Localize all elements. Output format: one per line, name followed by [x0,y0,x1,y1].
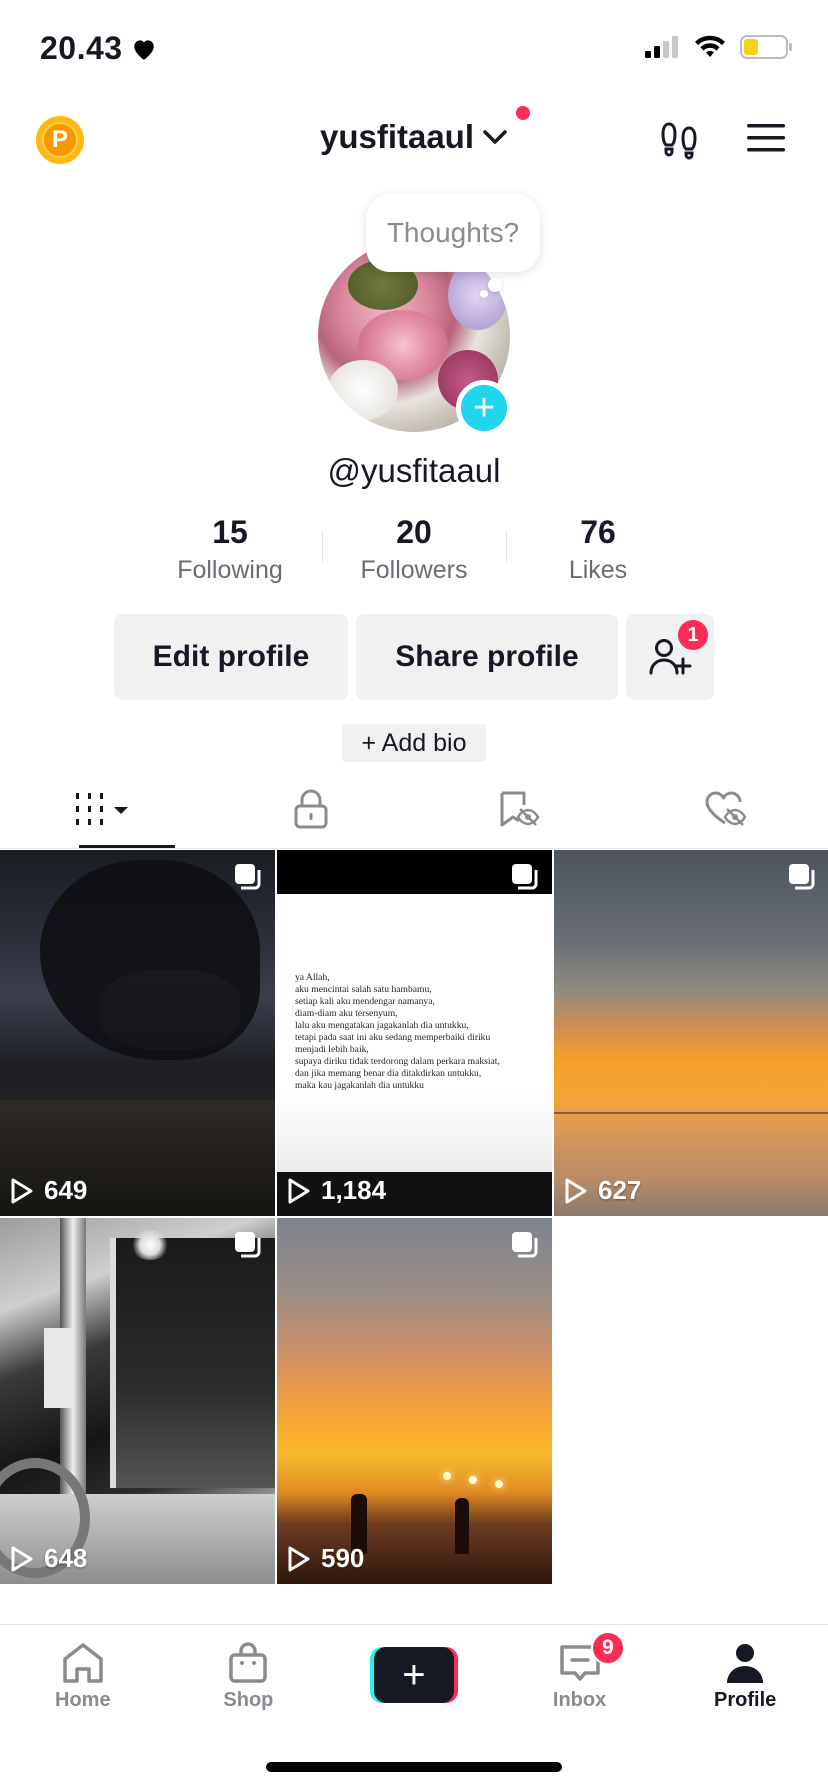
video-thumbnail[interactable]: 649 [0,850,275,1216]
play-icon [11,1546,33,1571]
video-thumbnail[interactable]: 590 [277,1218,552,1584]
view-count: 1,184 [287,1175,386,1206]
videos-grid-icon [75,793,128,825]
plus-icon: + [373,1647,454,1703]
stat-value: 20 [396,514,432,550]
nav-label: Shop [223,1689,274,1711]
video-thumbnail[interactable]: 648 [0,1218,275,1584]
nav-label: Profile [714,1689,777,1711]
account-switcher[interactable]: yusfitaaul [0,106,828,156]
view-count: 590 [287,1543,364,1574]
view-count-text: 649 [44,1175,88,1205]
edit-profile-button[interactable]: Edit profile [114,614,348,700]
view-count: 649 [10,1175,87,1206]
tab-saved[interactable] [414,770,621,848]
stat-value: 76 [580,514,616,550]
lock-icon [294,789,327,829]
stat-following[interactable]: 15 Following [138,514,322,584]
notification-badge: 1 [678,620,708,650]
play-icon [11,1178,33,1203]
bottom-nav: Home Shop + Inbox 9 Profile [0,1624,828,1734]
view-count-text: 648 [44,1543,88,1573]
profile-tabs [0,770,828,848]
notification-dot [516,106,531,120]
view-count: 627 [564,1175,641,1206]
signal-icon [645,36,678,58]
multi-photo-icon [512,864,538,890]
chevron-down-icon [483,130,507,144]
saved-hidden-icon [500,791,539,827]
stat-value: 15 [212,514,248,550]
plus-icon: + [472,387,496,429]
profile-icon [727,1644,764,1683]
status-time: 20.43 [40,30,157,67]
tabs-divider [0,848,828,849]
nav-label: Home [55,1689,111,1711]
video-thumbnail[interactable]: ya Allah, aku mencintai salah satu hamba… [277,850,552,1216]
nav-shop[interactable]: Shop [166,1625,332,1734]
stat-label: Likes [568,556,628,584]
shopping-bag-icon [229,1642,268,1683]
nav-create[interactable]: + [331,1625,497,1734]
multi-photo-icon [235,864,261,890]
heart-icon [133,39,154,60]
multi-photo-icon [789,864,815,890]
thoughts-bubble[interactable]: Thoughts? [366,194,540,272]
thought-bubble-dot [488,278,502,292]
status-time-text: 20.43 [40,30,123,66]
view-count: 648 [10,1543,87,1574]
tab-videos[interactable] [0,770,207,848]
nav-inbox[interactable]: Inbox 9 [497,1625,663,1734]
thoughts-placeholder: Thoughts? [386,217,520,248]
play-icon [288,1178,310,1203]
multi-photo-icon [235,1232,261,1258]
view-count-text: 590 [321,1543,365,1573]
add-story-button[interactable]: + [456,380,512,436]
nav-label: Inbox [552,1689,607,1711]
profile-stats: 15 Following 20 Followers 76 Likes [138,514,690,584]
wifi-icon [695,35,725,57]
play-icon [288,1546,310,1571]
liked-hidden-icon [705,791,746,826]
home-indicator [266,1762,562,1772]
stat-label: Followers [360,556,468,584]
footprints-icon [661,122,697,160]
status-indicators [644,34,794,60]
stat-label: Following [177,556,283,584]
add-bio-button[interactable]: + Add bio [342,724,486,762]
play-icon [565,1178,587,1203]
create-button[interactable]: + [369,1647,458,1703]
inbox-badge: 9 [590,1631,625,1665]
nav-profile[interactable]: Profile [662,1625,828,1734]
battery-icon [740,35,792,59]
thumbnail-poem-text: ya Allah, aku mencintai salah satu hamba… [295,972,500,1091]
multi-photo-icon [512,1232,538,1258]
video-thumbnail[interactable]: 627 [554,850,828,1216]
view-count-text: 1,184 [321,1175,387,1205]
tab-liked[interactable] [621,770,828,848]
profile-handle: @yusfitaaul [327,452,501,489]
username-text: yusfitaaul [319,118,475,155]
add-friends-button[interactable]: 1 [626,614,714,700]
view-count-text: 627 [598,1175,642,1205]
thought-bubble-dot [480,290,488,298]
stat-likes[interactable]: 76 Likes [506,514,690,584]
hamburger-menu-icon [747,124,785,152]
menu-button[interactable] [746,122,786,159]
stat-followers[interactable]: 20 Followers [322,514,506,584]
share-profile-button[interactable]: Share profile [356,614,618,700]
home-icon [63,1643,103,1683]
profile-views-button[interactable] [660,120,700,165]
tab-private[interactable] [207,770,414,848]
nav-home[interactable]: Home [0,1625,166,1734]
